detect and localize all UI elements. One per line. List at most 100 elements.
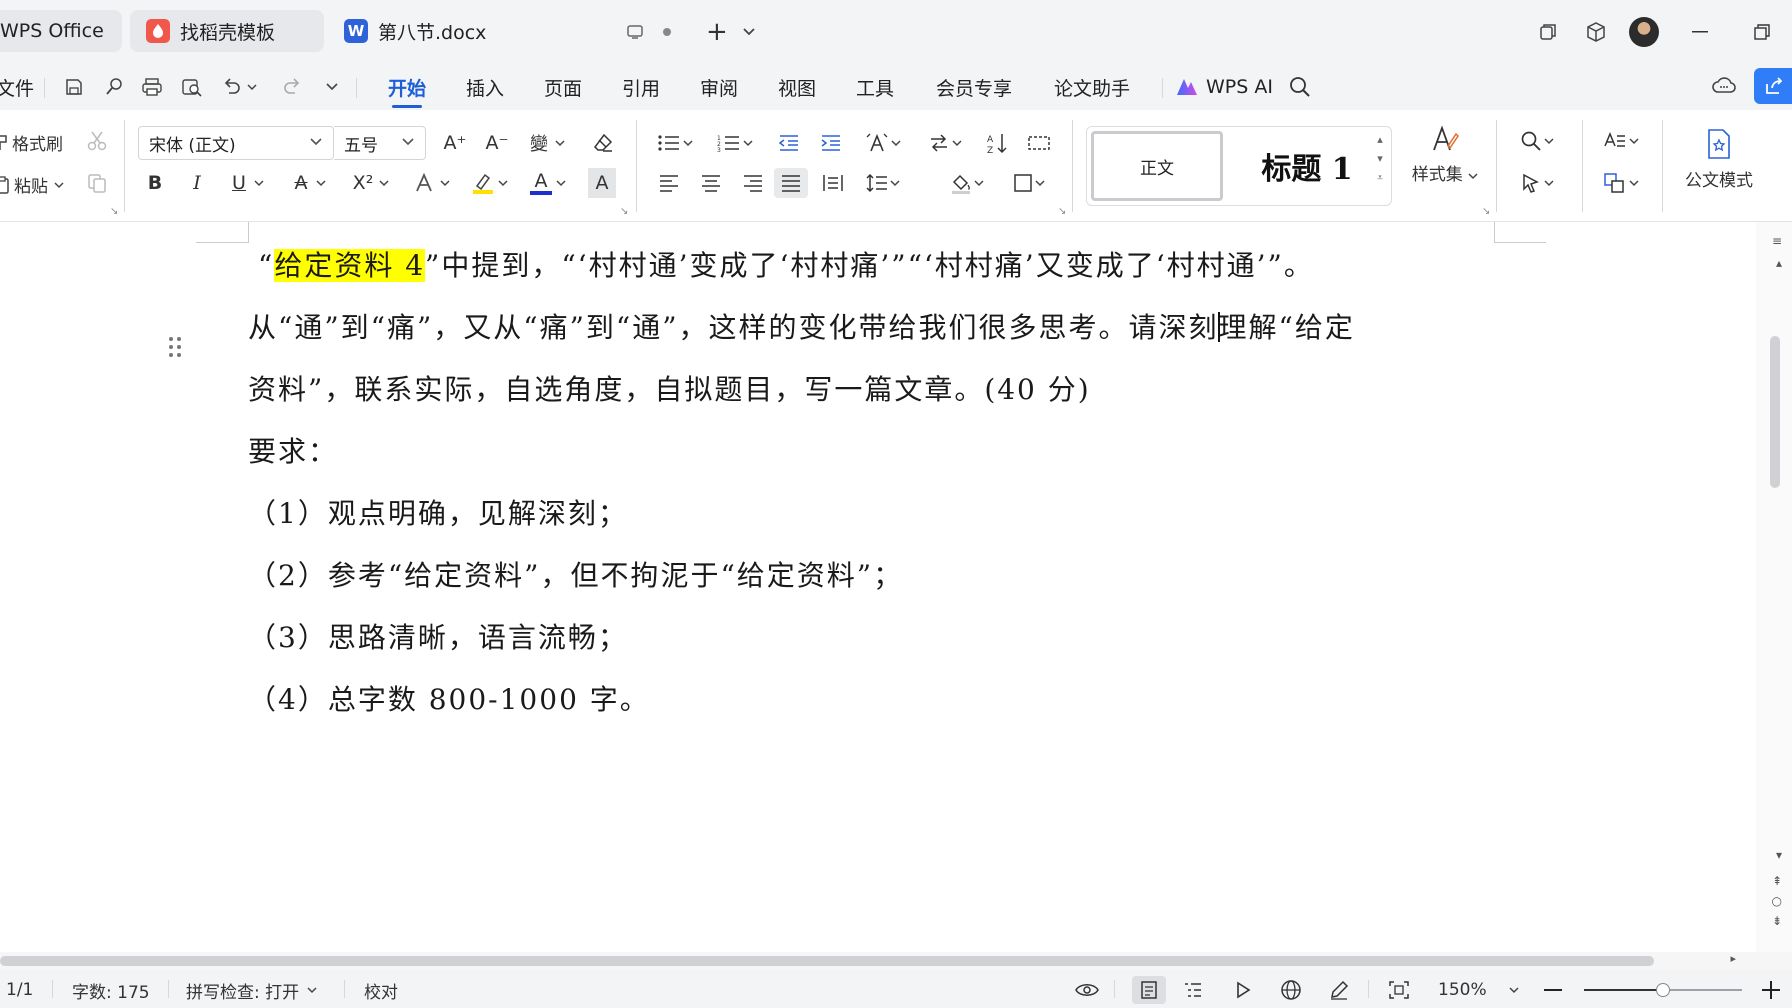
show-marks-icon[interactable] <box>1022 128 1056 158</box>
tab-list-dropdown[interactable] <box>742 20 756 44</box>
style-set-button[interactable]: 样式集 <box>1406 124 1484 185</box>
style-gallery-scroller[interactable]: ▴ ▾ ⩡ <box>1373 133 1387 185</box>
undo-dropdown-icon[interactable] <box>244 73 260 101</box>
align-justify-icon[interactable] <box>774 168 808 198</box>
document-canvas[interactable]: “给定资料 4”中提到，“‘村村通’变成了‘村村痛’”“‘村村痛’又变成了‘村村… <box>0 222 1792 956</box>
official-mode-button[interactable]: 公文模式 <box>1676 128 1762 191</box>
spellcheck-toggle[interactable]: 拼写检查: 打开 <box>186 979 317 1003</box>
find-button[interactable] <box>1514 126 1560 156</box>
bullet-list-button[interactable] <box>652 128 698 158</box>
zoom-slider-knob[interactable] <box>1656 983 1670 997</box>
tab-tools[interactable]: 工具 <box>856 72 894 102</box>
bold-button[interactable]: B <box>138 168 172 198</box>
undo-icon[interactable] <box>218 73 246 101</box>
expand-gallery-icon[interactable]: ⩡ <box>1377 171 1383 185</box>
tab-page[interactable]: 页面 <box>544 72 582 102</box>
tab-reference[interactable]: 引用 <box>622 72 660 102</box>
highlight-button[interactable] <box>468 168 512 198</box>
zoom-level-select[interactable]: 150% <box>1438 979 1519 1001</box>
grow-font-icon[interactable]: A⁺ <box>438 128 472 158</box>
web-view-icon[interactable] <box>1276 976 1306 1004</box>
font-size-select[interactable]: 五号 <box>334 126 426 160</box>
sort-direction-button[interactable] <box>922 128 968 158</box>
cut-icon[interactable] <box>80 126 114 156</box>
outline-view-icon[interactable] <box>1178 976 1208 1004</box>
quick-access-more-icon[interactable] <box>318 73 346 101</box>
tab-home[interactable]: 开始 <box>388 72 426 108</box>
chevron-down-icon[interactable]: ▾ <box>1377 152 1383 165</box>
increase-indent-icon[interactable] <box>814 128 848 158</box>
zoom-slider[interactable] <box>1584 983 1742 997</box>
group-launcher-icon[interactable]: ↘ <box>1482 206 1490 217</box>
play-icon[interactable] <box>1228 976 1258 1004</box>
paragraph-drag-handle-icon[interactable] <box>168 336 182 358</box>
underline-button[interactable]: U <box>224 168 272 198</box>
requirement-3[interactable]: （3）思路清晰，语言流畅； <box>248 616 628 656</box>
format-brush-icon[interactable] <box>100 73 128 101</box>
paste-button[interactable]: 粘贴 <box>0 172 64 197</box>
new-tab-button[interactable]: + <box>706 17 728 47</box>
page-view-icon[interactable] <box>1132 976 1166 1004</box>
distributed-align-icon[interactable] <box>816 168 850 198</box>
phonetic-guide-icon[interactable]: 變 <box>526 128 570 158</box>
requirement-2[interactable]: （2）参考“给定资料”，但不拘泥于“给定资料”； <box>248 554 903 594</box>
ruler-toggle-icon[interactable]: ≡ <box>1772 234 1782 248</box>
fit-page-icon[interactable] <box>1384 976 1414 1004</box>
scroll-right-icon[interactable]: ▸ <box>1730 952 1736 965</box>
redo-icon[interactable] <box>278 73 306 101</box>
chevron-up-icon[interactable]: ▴ <box>1377 133 1383 146</box>
zoom-in-icon[interactable] <box>1756 976 1786 1004</box>
tab-member[interactable]: 会员专享 <box>936 72 1012 102</box>
search-icon[interactable] <box>1286 73 1314 101</box>
print-preview-icon[interactable] <box>178 73 206 101</box>
save-icon[interactable] <box>60 73 88 101</box>
shading-button[interactable] <box>944 168 990 198</box>
tab-daoke-templates[interactable]: 找稻壳模板 <box>130 10 324 52</box>
highlighted-text[interactable]: 给定资料 4 <box>274 249 426 282</box>
group-launcher-icon[interactable]: ↘ <box>1058 206 1066 217</box>
italic-button[interactable]: I <box>180 168 214 198</box>
wps-ai-button[interactable]: WPS AI <box>1176 72 1273 102</box>
eye-protection-icon[interactable] <box>1072 976 1102 1004</box>
requirements-heading[interactable]: 要求： <box>248 430 338 470</box>
browse-object-icon[interactable]: ○ <box>1772 894 1782 908</box>
clear-format-icon[interactable] <box>586 128 620 158</box>
align-left-icon[interactable] <box>652 168 686 198</box>
text-effect-button[interactable] <box>410 168 454 198</box>
shrink-font-icon[interactable]: A⁻ <box>480 128 514 158</box>
next-page-icon[interactable]: ⇟ <box>1772 914 1782 928</box>
shapes-button[interactable] <box>1598 168 1644 198</box>
horizontal-scroll-thumb[interactable] <box>0 956 1654 966</box>
scroll-down-icon[interactable]: ▾ <box>1776 848 1782 862</box>
char-shading-button[interactable]: A <box>588 168 616 198</box>
vertical-scrollbar[interactable]: ≡ ▴ ▾ ⇞ ○ ⇟ <box>1756 222 1792 956</box>
minimize-button[interactable] <box>1668 14 1732 50</box>
avatar[interactable] <box>1620 14 1668 50</box>
prev-page-icon[interactable]: ⇞ <box>1772 874 1782 888</box>
horizontal-scrollbar[interactable]: ▸ <box>0 952 1792 970</box>
decrease-indent-icon[interactable] <box>772 128 806 158</box>
paragraph-line-2[interactable]: 从“通”到“痛”，又从“痛”到“通”，这样的变化带给我们很多思考。请深刻理解“给… <box>248 306 1355 346</box>
tab-document[interactable]: W 第八节.docx <box>338 10 608 52</box>
borders-button[interactable] <box>1006 168 1052 198</box>
numbered-list-button[interactable]: 123 <box>712 128 758 158</box>
strikethrough-button[interactable]: A <box>288 168 332 198</box>
word-count[interactable]: 字数: 175 <box>72 979 150 1003</box>
requirement-4[interactable]: （4）总字数 800-1000 字。 <box>248 678 650 718</box>
style-heading-1[interactable]: 标题 1 <box>1247 131 1367 201</box>
tab-wps-office[interactable]: WPS Office <box>0 10 122 52</box>
font-color-button[interactable]: A <box>526 168 570 198</box>
select-button[interactable] <box>1514 168 1560 198</box>
cloud-sync-icon[interactable] <box>1708 71 1740 99</box>
align-center-icon[interactable] <box>694 168 728 198</box>
menu-file[interactable]: 文件 <box>0 72 34 102</box>
paragraph-line-1[interactable]: “给定资料 4”中提到，“‘村村通’变成了‘村村痛’”“‘村村痛’又变成了‘村村… <box>258 244 1314 284</box>
font-name-select[interactable]: 宋体 (正文) <box>138 126 334 160</box>
print-icon[interactable] <box>138 73 166 101</box>
text-direction-button[interactable] <box>860 128 906 158</box>
group-launcher-icon[interactable]: ↘ <box>110 206 118 217</box>
zoom-out-icon[interactable] <box>1538 976 1568 1004</box>
paragraph-line-3[interactable]: 资料”，联系实际，自选角度，自拟题目，写一篇文章。(40 分) <box>248 368 1091 408</box>
cube-icon[interactable] <box>1572 14 1620 50</box>
format-painter-button[interactable]: 格式刷 <box>0 130 63 155</box>
